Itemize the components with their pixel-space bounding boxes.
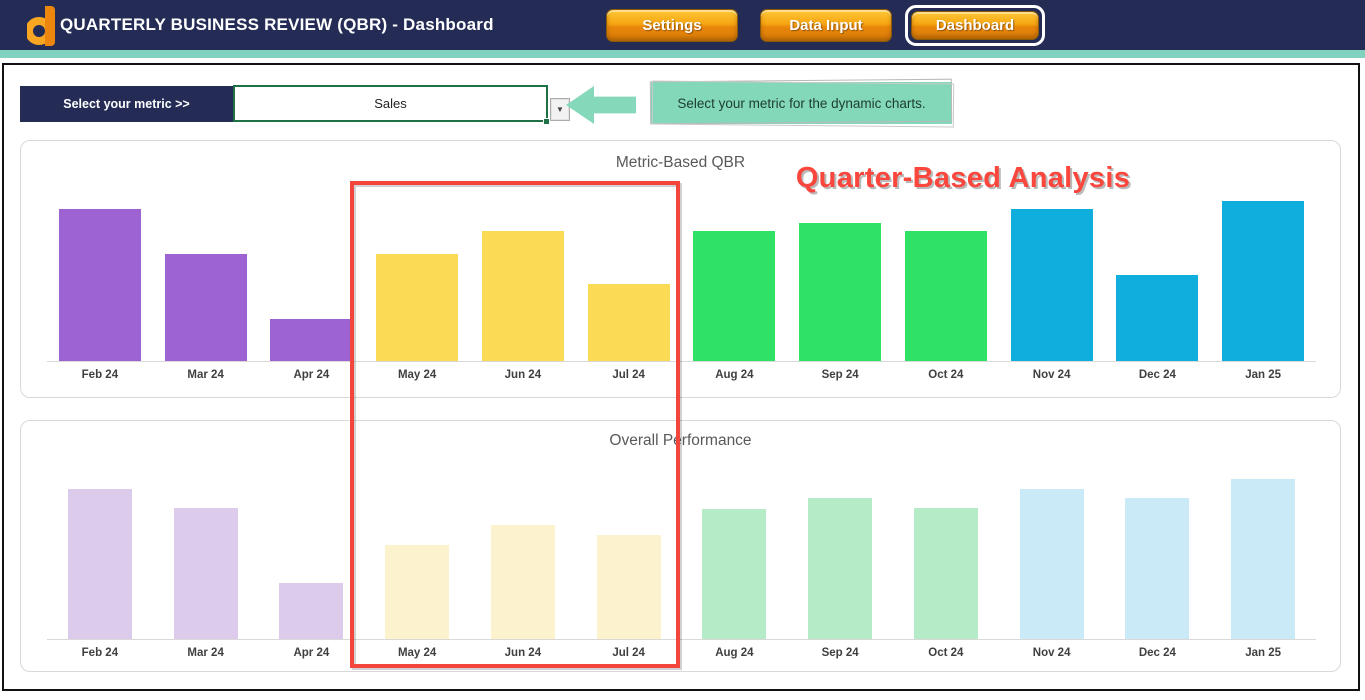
bar-slot — [682, 471, 788, 639]
bar-oct-24 — [914, 508, 978, 639]
dashboard-button-active-frame: Dashboard — [905, 5, 1045, 46]
bar-apr-24 — [279, 583, 343, 639]
bar-slot — [364, 183, 470, 361]
bar-slot — [787, 471, 893, 639]
x-axis-label: Jun 24 — [470, 647, 576, 659]
x-axis-label: Nov 24 — [999, 647, 1105, 659]
bar-slot — [576, 471, 682, 639]
bar-slot — [153, 183, 259, 361]
bar-slot — [1105, 183, 1211, 361]
x-axis-label: Feb 24 — [47, 647, 153, 659]
bar-jun-24 — [482, 231, 564, 361]
bar-dec-24 — [1125, 498, 1189, 639]
x-axis-label: Aug 24 — [682, 369, 788, 381]
bar-slot — [999, 471, 1105, 639]
bar-dec-24 — [1116, 275, 1198, 361]
bar-slot — [1210, 183, 1316, 361]
x-axis-label: Oct 24 — [893, 647, 999, 659]
data-input-button[interactable]: Data Input — [760, 9, 892, 42]
bar-feb-24 — [68, 489, 132, 639]
bar-aug-24 — [693, 231, 775, 361]
page-title: QUARTERLY BUSINESS REVIEW (QBR) - Dashbo… — [60, 0, 494, 50]
bar-slot — [47, 471, 153, 639]
x-axis-label: Nov 24 — [999, 369, 1105, 381]
bar-slot — [470, 471, 576, 639]
x-axis-label: Dec 24 — [1105, 647, 1211, 659]
bar-sep-24 — [808, 498, 872, 639]
x-axis-label: Jun 24 — [470, 369, 576, 381]
bar-jan-25 — [1222, 201, 1304, 361]
bar-apr-24 — [270, 319, 352, 361]
bar-slot — [999, 183, 1105, 361]
bar-slot — [364, 471, 470, 639]
chart-card-metric-qbr: Metric-Based QBR Feb 24Mar 24Apr 24May 2… — [20, 140, 1341, 398]
chart2-plot-area — [47, 471, 1316, 640]
bar-nov-24 — [1011, 209, 1093, 361]
x-axis-label: Jul 24 — [576, 647, 682, 659]
x-axis-label: Oct 24 — [893, 369, 999, 381]
x-axis-label: Mar 24 — [153, 369, 259, 381]
bar-slot — [153, 471, 259, 639]
chart1-plot-area — [47, 183, 1316, 362]
bar-feb-24 — [59, 209, 141, 361]
chart1-x-axis: Feb 24Mar 24Apr 24May 24Jun 24Jul 24Aug … — [47, 369, 1316, 381]
x-axis-label: Dec 24 — [1105, 369, 1211, 381]
bar-slot — [1105, 471, 1211, 639]
chart2-x-axis: Feb 24Mar 24Apr 24May 24Jun 24Jul 24Aug … — [47, 647, 1316, 659]
bar-mar-24 — [174, 508, 238, 639]
bar-slot — [787, 183, 893, 361]
bar-mar-24 — [165, 254, 247, 361]
bar-may-24 — [376, 254, 458, 361]
x-axis-label: Jul 24 — [576, 369, 682, 381]
header-accent-strip — [0, 50, 1365, 58]
qbr-dashboard-page: QUARTERLY BUSINESS REVIEW (QBR) - Dashbo… — [0, 0, 1365, 700]
x-axis-label: May 24 — [364, 647, 470, 659]
bar-slot — [1210, 471, 1316, 639]
bar-slot — [893, 471, 999, 639]
chart-card-overall-performance: Overall Performance Feb 24Mar 24Apr 24Ma… — [20, 420, 1341, 672]
dashboard-button[interactable]: Dashboard — [911, 11, 1039, 40]
x-axis-label: Aug 24 — [682, 647, 788, 659]
chart2-title: Overall Performance — [21, 432, 1340, 450]
bar-aug-24 — [702, 509, 766, 639]
bar-jan-25 — [1231, 479, 1295, 639]
metric-dropdown-button[interactable]: ▼ — [550, 98, 570, 121]
x-axis-label: Apr 24 — [259, 647, 365, 659]
x-axis-label: Feb 24 — [47, 369, 153, 381]
bar-slot — [682, 183, 788, 361]
bar-jun-24 — [491, 525, 555, 639]
settings-button[interactable]: Settings — [606, 9, 738, 42]
bar-slot — [470, 183, 576, 361]
bar-slot — [47, 183, 153, 361]
app-header: QUARTERLY BUSINESS REVIEW (QBR) - Dashbo… — [0, 0, 1365, 50]
x-axis-label: Jan 25 — [1210, 369, 1316, 381]
metric-callout: Select your metric for the dynamic chart… — [651, 82, 952, 124]
bar-slot — [576, 183, 682, 361]
bar-jul-24 — [588, 284, 670, 361]
x-axis-label: Apr 24 — [259, 369, 365, 381]
x-axis-label: Sep 24 — [787, 369, 893, 381]
chart1-title: Metric-Based QBR — [21, 154, 1340, 172]
callout-text: Select your metric for the dynamic chart… — [677, 96, 925, 111]
x-axis-label: May 24 — [364, 369, 470, 381]
cell-fill-handle[interactable] — [543, 118, 550, 125]
bar-sep-24 — [799, 223, 881, 361]
metric-selector-label: Select your metric >> — [20, 86, 233, 122]
bar-nov-24 — [1020, 489, 1084, 639]
x-axis-label: Sep 24 — [787, 647, 893, 659]
x-axis-label: Jan 25 — [1210, 647, 1316, 659]
app-logo-d-icon — [27, 4, 59, 46]
x-axis-label: Mar 24 — [153, 647, 259, 659]
chevron-down-icon: ▼ — [556, 105, 564, 114]
metric-select-cell[interactable]: Sales — [233, 85, 548, 122]
bar-oct-24 — [905, 231, 987, 361]
bar-may-24 — [385, 545, 449, 639]
bar-jul-24 — [597, 535, 661, 639]
bar-slot — [259, 471, 365, 639]
bar-slot — [259, 183, 365, 361]
bar-slot — [893, 183, 999, 361]
